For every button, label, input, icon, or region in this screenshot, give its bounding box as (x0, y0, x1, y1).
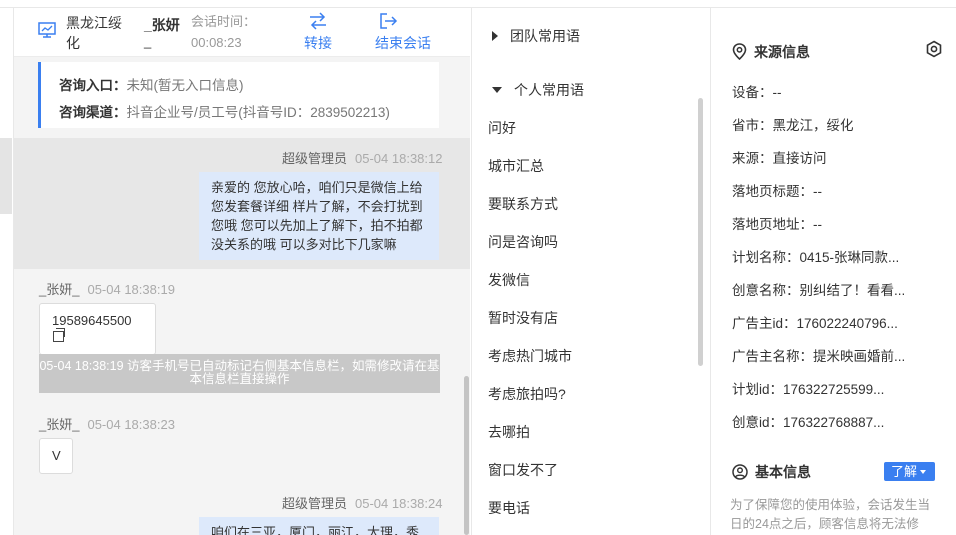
edit-notice: 为了保障您的使用体验，会话发生当日的24点之后，顾客信息将无法修改，请 (730, 498, 931, 531)
chat-header: 黑龙江绥化 _张妍 _ 会话时间： 00:08:23 转接 结束会话 (14, 8, 470, 57)
message-meta: 超级管理员 05-04 18:38:24 (282, 493, 442, 512)
source-info-title: 来源信息 (732, 42, 810, 62)
consult-info-card: 咨询入口：未知(暂无入口信息) 咨询渠道：抖音企业号/员工号(抖音号ID：283… (38, 62, 439, 128)
settings-icon[interactable] (925, 40, 943, 58)
message-meta: 超级管理员 05-04 18:38:12 (282, 148, 442, 167)
source-info-label: 来源信息 (754, 44, 810, 60)
top-border (0, 0, 956, 8)
message-time: 05-04 18:38:12 (355, 151, 443, 166)
learn-more-label: 了解 (891, 464, 918, 479)
message-time: 05-04 18:38:23 (87, 417, 175, 432)
consult-channel-value: 抖音企业号/员工号(抖音号ID：2839502213) (126, 105, 390, 120)
exit-icon (380, 13, 398, 29)
consult-channel-row: 咨询渠道：抖音企业号/员工号(抖音号ID：2839502213) (59, 99, 439, 126)
caret-down-icon (492, 87, 502, 93)
system-notice: 05-04 18:38:19 访客手机号已自动标记右侧基本信息栏，如需修改请在基… (39, 354, 440, 393)
chat-panel: 黑龙江绥化 _张妍 _ 会话时间： 00:08:23 转接 结束会话 咨询入口：… (13, 8, 470, 535)
message-sender: 超级管理员 (282, 151, 348, 166)
field-advertiser-name: 广告主名称：提米映画婚前... (732, 349, 906, 364)
personal-phrases-group[interactable]: 个人常用语 (492, 80, 584, 100)
consult-entry-label: 咨询入口： (59, 78, 127, 93)
incoming-message-bubble[interactable]: V (39, 438, 73, 474)
visitor-name-suffix: _ (144, 34, 152, 49)
consult-entry-value: 未知(暂无入口信息) (126, 78, 244, 93)
phrases-scrollbar[interactable] (698, 98, 703, 366)
chat-scrollbar[interactable] (464, 376, 469, 535)
team-phrases-label: 团队常用语 (510, 28, 580, 44)
transfer-icon (310, 12, 326, 30)
field-creative-id: 创意id：176322768887... (732, 415, 885, 430)
session-time: 00:08:23 (191, 35, 242, 50)
basic-info-title: 基本信息 (732, 462, 811, 482)
message-sender: _张妍_ (39, 282, 80, 297)
message-time: 05-04 18:38:19 (87, 282, 175, 297)
phrase-item[interactable]: 问好 (488, 118, 516, 138)
monitor-icon (38, 22, 56, 38)
field-source: 来源：直接访问 (732, 151, 827, 166)
field-device: 设备：-- (732, 85, 782, 100)
phrase-item[interactable]: 城市汇总 (488, 156, 544, 176)
learn-more-dropdown[interactable]: 了解 (884, 462, 935, 481)
end-session-label: 结束会话 (375, 35, 431, 51)
field-plan-id: 计划id：176322725599... (732, 382, 885, 397)
left-edge-strip (0, 138, 12, 214)
visitor-location: 黑龙江绥化 (66, 15, 122, 51)
message-text: 19589645500 (52, 313, 132, 328)
end-session-button[interactable]: 结束会话 (375, 11, 431, 53)
visitor-info-panel: 来源信息 设备：-- 省市：黑龙江，绥化 来源：直接访问 落地页标题：-- 落地… (712, 8, 956, 535)
message-sender: _张妍_ (39, 417, 80, 432)
message-meta: _张妍_ 05-04 18:38:23 (39, 414, 175, 433)
copy-icon[interactable] (53, 328, 65, 342)
common-phrases-panel: 团队常用语 个人常用语 问好 城市汇总 要联系方式 问是咨询吗 发微信 暂时没有… (471, 8, 711, 535)
consult-channel-label: 咨询渠道： (59, 105, 127, 120)
field-plan-name: 计划名称：0415-张琳同款... (732, 250, 900, 265)
outgoing-message-bubble[interactable]: 亲爱的 您放心哈，咱们只是微信上给您发套餐详细 样片了解，不会打扰到您哦 您可以… (199, 172, 439, 260)
phrase-item[interactable]: 问是咨询吗 (488, 232, 558, 252)
transfer-label: 转接 (304, 35, 332, 51)
field-landing-title: 落地页标题：-- (732, 184, 822, 199)
field-landing-url: 落地页地址：-- (732, 217, 822, 232)
phrase-item[interactable]: 考虑旅拍吗? (488, 384, 566, 404)
phrase-item[interactable]: 窗口发不了 (488, 460, 558, 480)
field-province-city: 省市：黑龙江，绥化 (732, 118, 854, 133)
message-time: 05-04 18:38:24 (355, 496, 443, 511)
phrase-item[interactable]: 考虑热门城市 (488, 346, 572, 366)
location-pin-icon (732, 43, 747, 61)
basic-info-label: 基本信息 (755, 464, 811, 480)
phrase-item[interactable]: 要联系方式 (488, 194, 558, 214)
message-sender: 超级管理员 (282, 496, 348, 511)
personal-phrases-label: 个人常用语 (514, 82, 584, 98)
field-advertiser-id: 广告主id：176022240796... (732, 316, 898, 331)
phrase-item[interactable]: 去哪拍 (488, 422, 530, 442)
session-time-label: 会话时间： (191, 14, 257, 29)
phrase-item[interactable]: 发微信 (488, 270, 530, 290)
field-creative-name: 创意名称：别纠结了！看看... (732, 283, 906, 298)
user-circle-icon (732, 464, 748, 480)
team-phrases-group[interactable]: 团队常用语 (492, 26, 580, 46)
phrase-item[interactable]: 暂时没有店 (488, 308, 558, 328)
incoming-message-bubble[interactable]: 19589645500 (39, 303, 156, 355)
outgoing-message-bubble[interactable]: 咱们在三亚，厦门，丽江，大理，秀 (199, 517, 439, 535)
transfer-button[interactable]: 转接 (304, 11, 332, 53)
caret-right-icon (492, 31, 498, 41)
consult-entry-row: 咨询入口：未知(暂无入口信息) (59, 72, 439, 99)
visitor-name: _张妍 (144, 17, 180, 33)
message-meta: _张妍_ 05-04 18:38:19 (39, 279, 175, 298)
phrase-item[interactable]: 要电话 (488, 498, 530, 518)
chevron-down-icon (920, 470, 927, 474)
